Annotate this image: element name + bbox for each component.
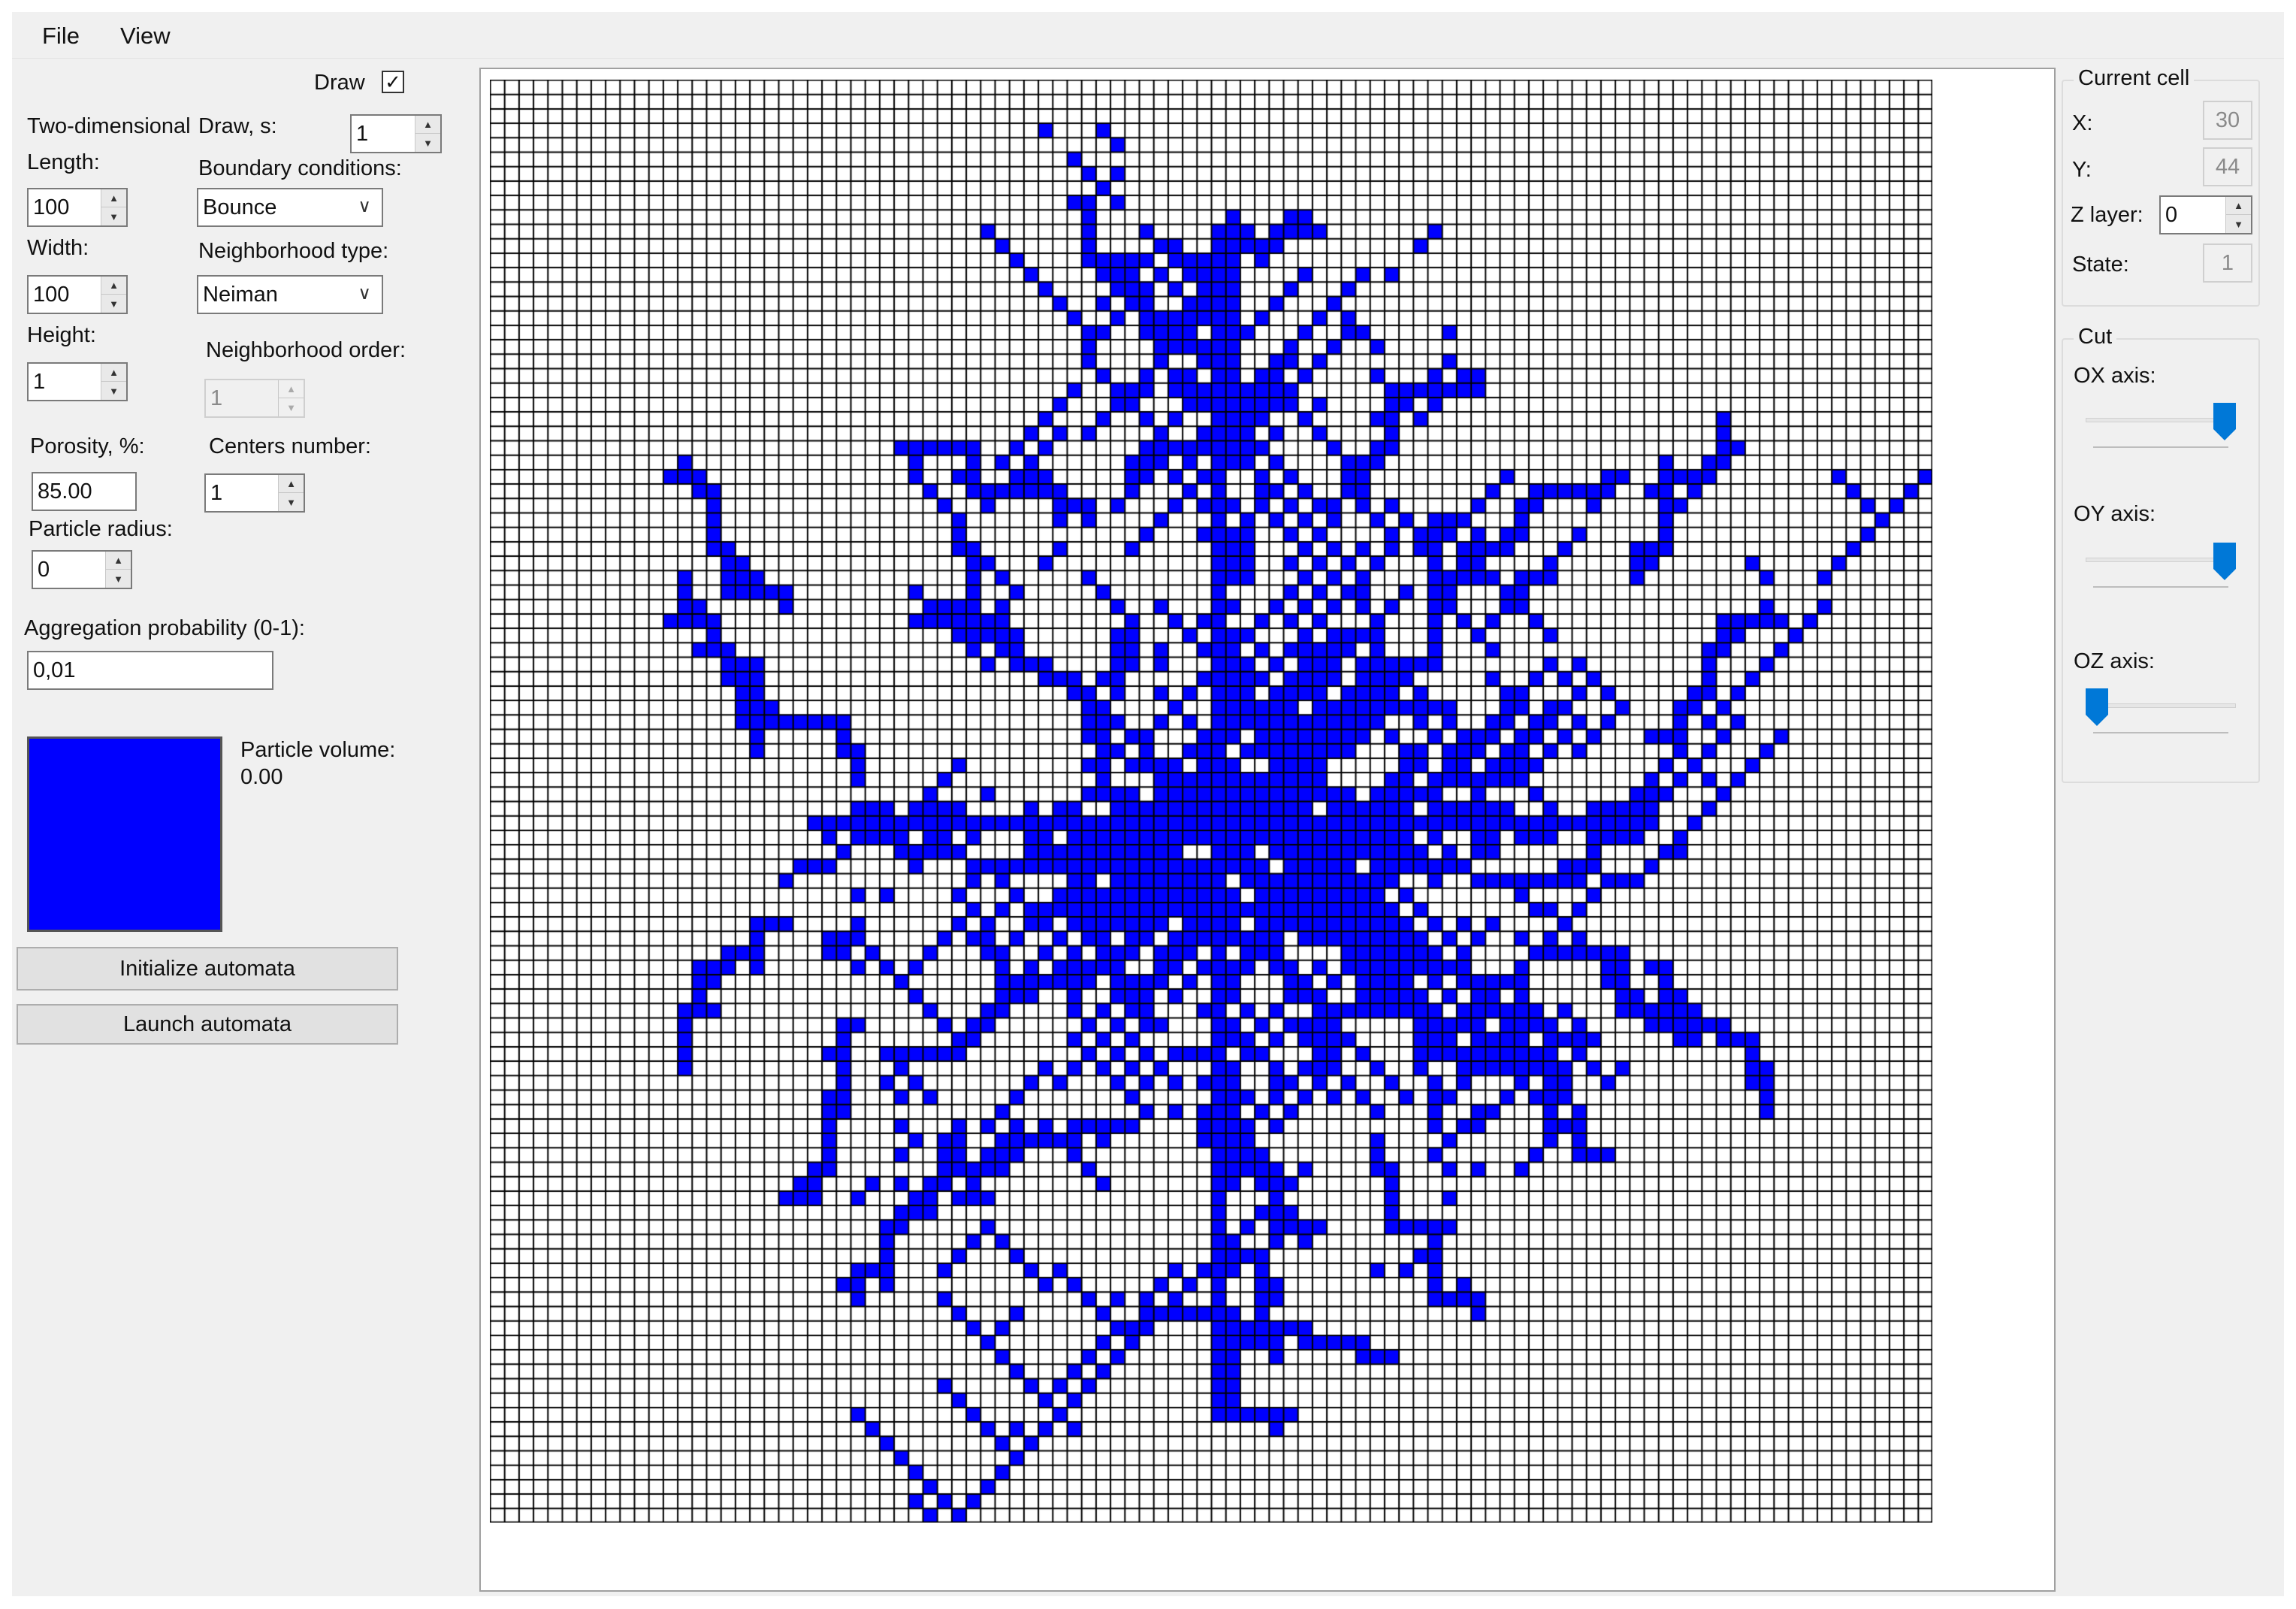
length-value: 100	[33, 195, 70, 219]
length-label: Length:	[27, 150, 100, 174]
particle-radius-stepper[interactable]: 0 ▲ ▼	[32, 550, 132, 589]
spin-down-icon[interactable]: ▼	[101, 382, 126, 400]
width-stepper[interactable]: 100 ▲ ▼	[27, 275, 128, 314]
app-window: File View Draw ✓ Two-dimensional Draw, s…	[12, 12, 2284, 1596]
neighborhood-order-label: Neighborhood order:	[206, 338, 406, 362]
centers-number-value: 1	[210, 481, 223, 505]
porosity-label: Porosity, %:	[30, 434, 145, 458]
spin-up-icon[interactable]: ▲	[2226, 197, 2251, 215]
menu-view[interactable]: View	[113, 21, 178, 51]
centers-number-label: Centers number:	[209, 434, 371, 458]
spin-down-icon[interactable]: ▼	[101, 207, 126, 225]
particle-volume-value: 0.00	[240, 765, 283, 789]
draw-checkbox[interactable]: ✓	[382, 71, 404, 93]
launch-automata-button[interactable]: Launch automata	[17, 1004, 398, 1045]
chevron-down-icon: ∨	[358, 283, 371, 304]
cut-title: Cut	[2074, 325, 2117, 349]
oy-axis-slider-thumb[interactable]	[2213, 543, 2236, 580]
automata-grid-canvas[interactable]	[490, 80, 1932, 1523]
current-cell-group: Current cell X: 30 Y: 44 Z layer: 0 ▲ ▼ S…	[2062, 66, 2260, 307]
particle-radius-value: 0	[38, 558, 50, 582]
porosity-input[interactable]: 85.00	[32, 472, 137, 511]
spin-up-icon: ▲	[279, 380, 304, 398]
spin-up-icon[interactable]: ▲	[101, 189, 126, 207]
two-dimensional-label: Two-dimensional	[27, 114, 191, 138]
x-label: X:	[2072, 111, 2093, 135]
spin-down-icon: ▼	[279, 398, 304, 416]
automata-canvas-panel	[479, 68, 2056, 1592]
checkmark-icon: ✓	[385, 71, 401, 93]
oz-axis-label: OZ axis:	[2074, 649, 2155, 673]
oz-axis-slider-track[interactable]	[2086, 703, 2236, 708]
z-layer-value: 0	[2165, 203, 2178, 227]
draw-seconds-value: 1	[356, 122, 369, 146]
chevron-down-icon: ∨	[358, 196, 371, 216]
y-label: Y:	[2072, 158, 2092, 182]
spin-down-icon[interactable]: ▼	[279, 493, 304, 511]
boundary-conditions-select[interactable]: Bounce ∨	[197, 188, 383, 227]
oy-axis-label: OY axis:	[2074, 502, 2156, 526]
particle-radius-label: Particle radius:	[29, 517, 173, 541]
ox-axis-slider-thumb[interactable]	[2213, 403, 2236, 440]
spin-down-icon[interactable]: ▼	[106, 570, 131, 588]
height-stepper[interactable]: 1 ▲ ▼	[27, 362, 128, 401]
x-value: 30	[2203, 101, 2252, 140]
boundary-conditions-label: Boundary conditions:	[198, 156, 402, 180]
boundary-conditions-value: Bounce	[203, 195, 277, 219]
z-layer-label: Z layer:	[2071, 203, 2143, 227]
ox-axis-label: OX axis:	[2074, 364, 2156, 388]
menu-file[interactable]: File	[35, 21, 87, 51]
menu-bar: File View	[12, 12, 2284, 59]
spin-up-icon[interactable]: ▲	[101, 364, 126, 382]
neighborhood-order-stepper: 1 ▲ ▼	[204, 379, 305, 418]
height-value: 1	[33, 370, 46, 394]
length-stepper[interactable]: 100 ▲ ▼	[27, 188, 128, 227]
neighborhood-type-select[interactable]: Neiman ∨	[197, 275, 383, 314]
spin-down-icon[interactable]: ▼	[101, 295, 126, 313]
ox-axis-slider-ticks	[2093, 446, 2228, 449]
spin-up-icon[interactable]: ▲	[101, 277, 126, 295]
aggregation-probability-input[interactable]: 0,01	[27, 651, 273, 690]
oz-axis-slider-thumb[interactable]	[2086, 688, 2108, 726]
draw-label: Draw	[314, 71, 365, 95]
initialize-automata-button[interactable]: Initialize automata	[17, 947, 398, 991]
draw-seconds-label: Draw, s:	[198, 114, 277, 138]
aggregation-probability-label: Aggregation probability (0-1):	[24, 616, 305, 640]
neighborhood-type-value: Neiman	[203, 283, 278, 307]
width-value: 100	[33, 283, 70, 307]
spin-up-icon[interactable]: ▲	[415, 116, 440, 134]
spin-up-icon[interactable]: ▲	[279, 475, 304, 493]
spin-down-icon[interactable]: ▼	[415, 134, 440, 152]
spin-down-icon[interactable]: ▼	[2226, 215, 2251, 233]
state-value: 1	[2203, 243, 2252, 283]
oy-axis-slider-ticks	[2093, 586, 2228, 589]
state-label: State:	[2072, 253, 2129, 277]
width-label: Width:	[27, 236, 89, 260]
y-value: 44	[2203, 147, 2252, 186]
cut-group: Cut OX axis: OY axis: OZ axis:	[2062, 325, 2260, 783]
neighborhood-order-value: 1	[210, 386, 223, 410]
centers-number-stepper[interactable]: 1 ▲ ▼	[204, 473, 305, 513]
current-cell-title: Current cell	[2074, 66, 2195, 91]
particle-volume-label: Particle volume:	[240, 738, 396, 762]
particle-color-swatch[interactable]	[27, 736, 222, 932]
z-layer-stepper[interactable]: 0 ▲ ▼	[2159, 195, 2252, 234]
neighborhood-type-label: Neighborhood type:	[198, 239, 389, 263]
spin-up-icon[interactable]: ▲	[106, 552, 131, 570]
height-label: Height:	[27, 323, 96, 347]
draw-seconds-stepper[interactable]: 1 ▲ ▼	[350, 114, 442, 153]
oz-axis-slider-ticks	[2093, 732, 2228, 735]
